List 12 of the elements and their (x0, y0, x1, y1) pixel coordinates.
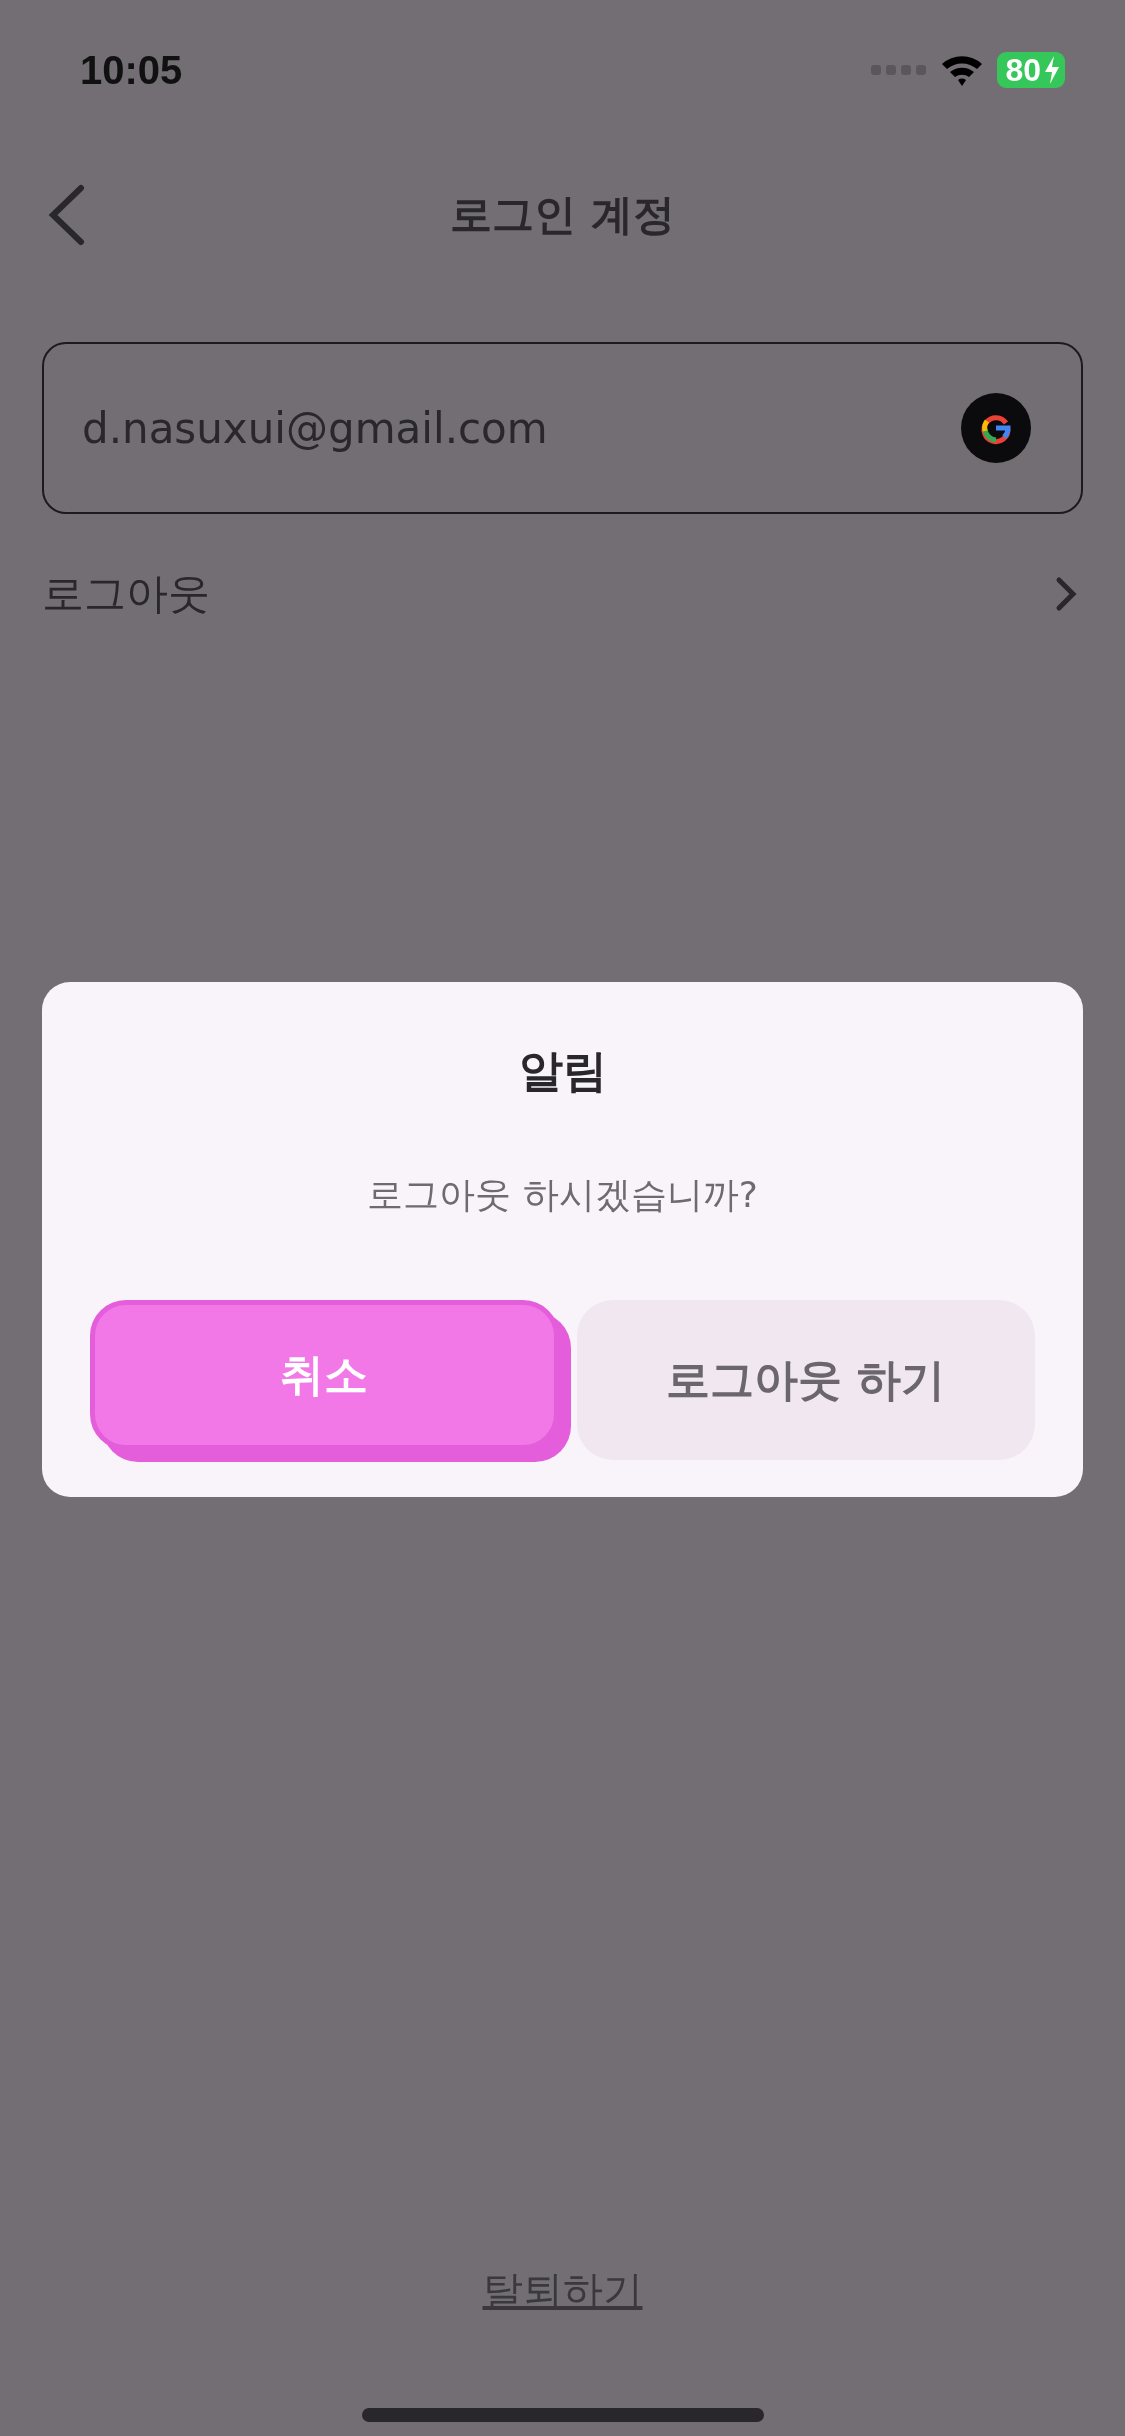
logout-button[interactable]: 로그아웃 하기 (576, 1300, 1035, 1460)
battery-icon: 80 (997, 52, 1065, 88)
menu-item[interactable]: 로그아웃 (42, 554, 1083, 634)
chevron-icon (1055, 576, 1077, 612)
google-icon (961, 393, 1031, 463)
dialog-message: 로그아웃 하시겠습니까? (367, 1173, 758, 1217)
withdraw-link[interactable]: 탈퇴하기 (482, 2263, 643, 2318)
page-title: 로그인 계정 (450, 189, 675, 241)
status-time: 10:05 (80, 47, 183, 93)
signal-icon (871, 65, 928, 75)
dialog-title: 알림 (518, 1044, 607, 1098)
account-field: d.nasuxui@gmail.com (42, 342, 1083, 514)
